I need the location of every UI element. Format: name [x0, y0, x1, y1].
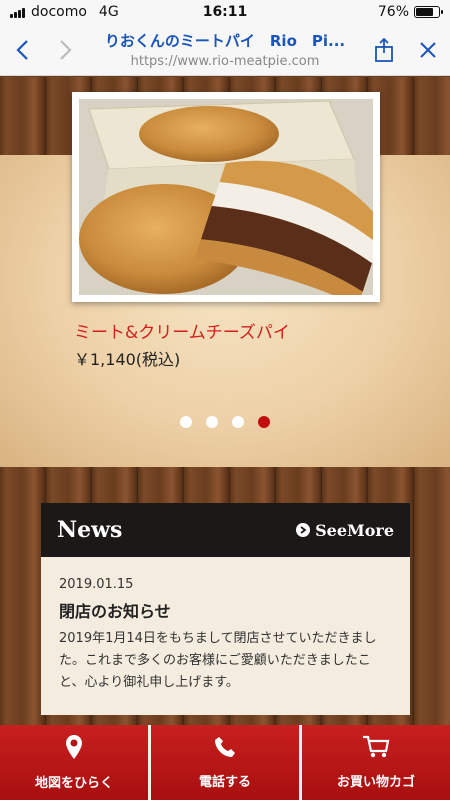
network-label: 4G — [98, 4, 119, 20]
carousel-dot[interactable] — [180, 416, 192, 428]
page-title: りおくんのミートパイ Rio Pi... — [104, 32, 346, 50]
product-photo — [79, 99, 373, 295]
carrier-label: docomo — [31, 4, 87, 20]
carousel-dot[interactable] — [232, 416, 244, 428]
share-icon[interactable] — [362, 24, 406, 76]
carousel-dot[interactable] — [206, 416, 218, 428]
page-url: https://www.rio-meatpie.com — [130, 54, 320, 69]
carousel-dot[interactable] — [258, 416, 270, 428]
chevron-right-icon — [296, 523, 311, 537]
news-headline[interactable]: 閉店のお知らせ — [59, 598, 392, 622]
news-title: News — [57, 517, 123, 543]
battery-icon — [414, 6, 443, 18]
battery-percent: 76% — [377, 4, 409, 20]
product-price: ￥1,140(税込) — [74, 350, 181, 369]
map-pin-icon — [65, 734, 83, 764]
product-photo-frame[interactable] — [72, 92, 380, 302]
news-section: News SeeMore 2019.01.15 閉店のお知らせ 2019年1月1… — [41, 503, 410, 715]
status-bar: docomo 4G 16:11 76% — [0, 0, 450, 24]
see-more-label: SeeMore — [315, 520, 394, 540]
map-button-label: 地図をひらく — [34, 776, 113, 791]
see-more-link[interactable]: SeeMore — [296, 521, 394, 540]
carousel-indicators — [0, 416, 450, 428]
news-header: News SeeMore — [41, 503, 410, 557]
status-time: 16:11 — [202, 4, 248, 20]
phone-button-label: 電話する — [198, 775, 251, 790]
phone-button[interactable]: 電話する — [151, 725, 299, 800]
news-text: 2019年1月14日をもちまして閉店させていただきました。これまで多くのお客様に… — [59, 631, 377, 690]
cart-icon — [362, 735, 390, 763]
phone-icon — [213, 735, 237, 763]
cart-button-label: お買い物カゴ — [336, 775, 415, 790]
signal-icon — [10, 6, 25, 18]
forward-icon[interactable] — [44, 24, 88, 76]
cart-button[interactable]: お買い物カゴ — [302, 725, 450, 800]
bottom-action-bar: 地図をひらく 電話する お買い物カゴ — [0, 725, 450, 800]
news-date: 2019.01.15 — [59, 577, 134, 592]
product-name[interactable]: ミート&クリームチーズパイ — [74, 318, 290, 343]
news-item[interactable]: 2019.01.15 閉店のお知らせ 2019年1月14日をもちまして閉店させて… — [41, 557, 410, 715]
close-icon[interactable] — [406, 24, 450, 76]
back-icon[interactable] — [0, 24, 44, 76]
address-bar[interactable]: りおくんのミートパイ Rio Pi... https://www.rio-mea… — [88, 30, 362, 69]
map-button[interactable]: 地図をひらく — [0, 725, 148, 800]
browser-toolbar: りおくんのミートパイ Rio Pi... https://www.rio-mea… — [0, 24, 450, 76]
